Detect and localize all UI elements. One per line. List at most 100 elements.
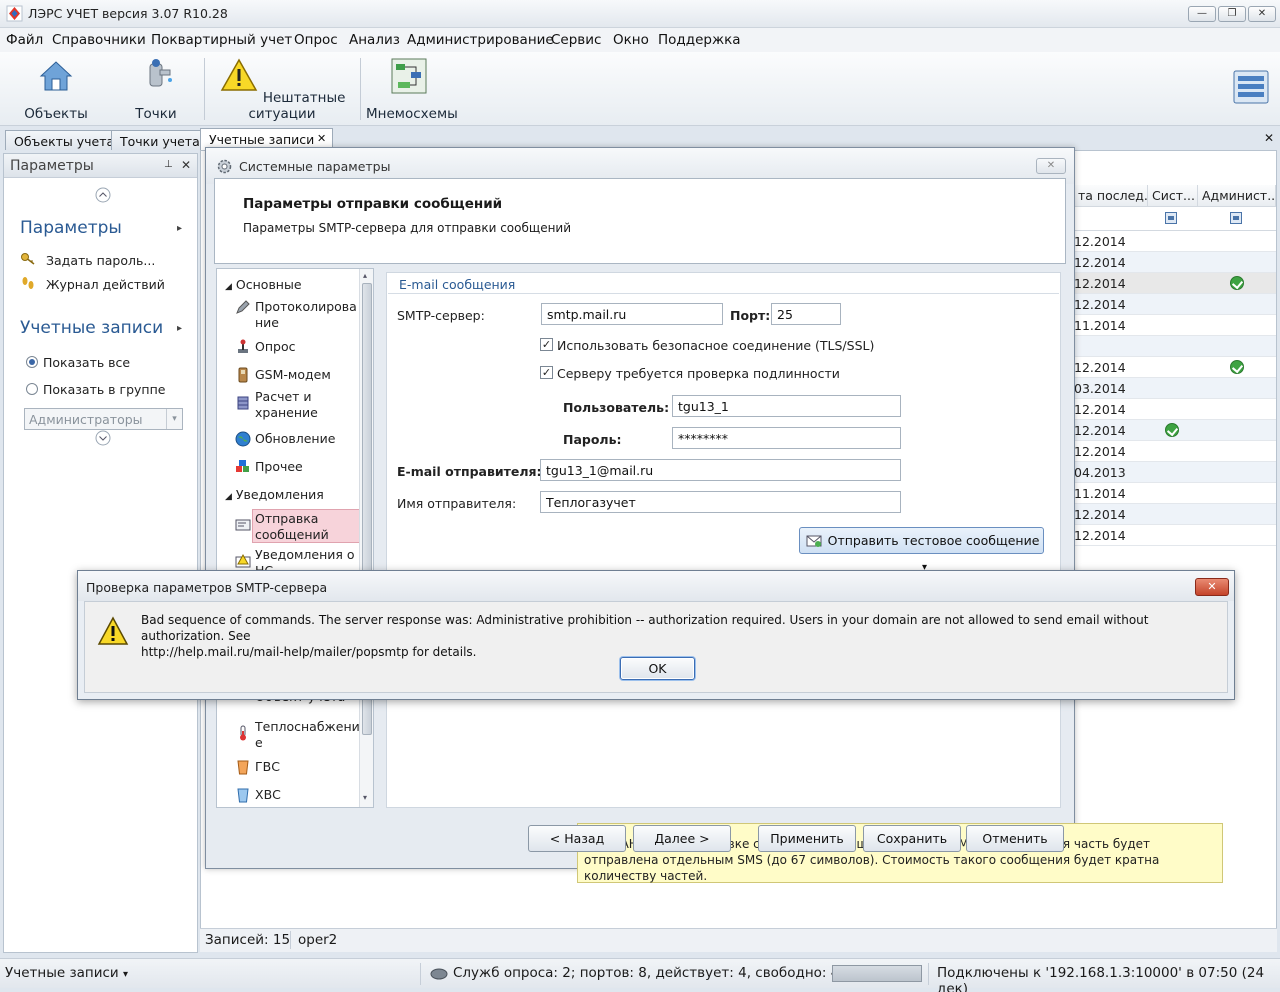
- filter-icon[interactable]: [1230, 212, 1242, 224]
- next-button[interactable]: Далее >: [633, 825, 731, 852]
- save-button[interactable]: Сохранить: [863, 825, 961, 852]
- menu-poll[interactable]: Опрос: [294, 32, 338, 48]
- table-row[interactable]: 11.2014: [1074, 483, 1276, 504]
- group-select[interactable]: Администраторы ▾: [24, 408, 183, 430]
- table-row[interactable]: 12.2014: [1074, 504, 1276, 525]
- send-test-button[interactable]: Отправить тестовое сообщение ▾: [799, 527, 1044, 573]
- nav-item-gsm[interactable]: GSM-модем: [238, 367, 331, 383]
- set-password-link[interactable]: Задать пароль...: [46, 253, 155, 268]
- nav-group-main[interactable]: ◢ Основные: [225, 277, 302, 292]
- table-row[interactable]: 11.2014: [1074, 315, 1276, 336]
- port-input[interactable]: 25: [771, 303, 841, 325]
- filter-icon[interactable]: [1165, 212, 1177, 224]
- grid-status-bar: Записей: 15 oper2: [200, 928, 1277, 952]
- incidents-button[interactable]: Нештатные ситуации: [210, 56, 354, 122]
- table-row[interactable]: 12.2014: [1074, 231, 1276, 252]
- nav-item-protocol[interactable]: Протоколирова ние: [236, 299, 357, 331]
- warning-envelope-icon: [235, 553, 251, 568]
- close-all-tabs-icon[interactable]: ✕: [1264, 131, 1274, 145]
- table-row[interactable]: [1074, 336, 1276, 357]
- table-row[interactable]: 12.2014: [1074, 399, 1276, 420]
- table-row[interactable]: 12.2014: [1074, 525, 1276, 546]
- col-last-login[interactable]: та послед...: [1074, 185, 1148, 207]
- table-row[interactable]: 12.2014: [1074, 294, 1276, 315]
- apply-button[interactable]: Применить: [758, 825, 856, 852]
- tab-close-icon[interactable]: ✕: [317, 132, 326, 145]
- parameters-panel: Параметры ⊥ ✕ Параметры ▸ Задать пароль.…: [3, 153, 198, 953]
- nav-item-poll[interactable]: Опрос: [238, 339, 295, 355]
- menu-window[interactable]: Окно: [613, 32, 649, 48]
- auth-checkbox[interactable]: ✓: [540, 366, 553, 379]
- nav-item-hot-water[interactable]: ГВС: [237, 759, 280, 775]
- smtp-server-input[interactable]: smtp.mail.ru: [541, 303, 723, 325]
- action-log-link[interactable]: Журнал действий: [46, 277, 165, 292]
- user-input[interactable]: tgu13_1: [672, 395, 901, 417]
- nav-item-heat[interactable]: Теплоснабжени е: [240, 719, 360, 751]
- gear-icon: [217, 159, 232, 174]
- table-row[interactable]: 12.2014: [1074, 273, 1276, 294]
- messagebox-close-button[interactable]: ✕: [1195, 578, 1229, 596]
- menu-file[interactable]: Файл: [6, 32, 43, 48]
- tab-points[interactable]: Точки учета: [111, 130, 209, 150]
- sender-name-input[interactable]: Теплогазучет: [540, 491, 901, 513]
- table-row[interactable]: 03.2014: [1074, 378, 1276, 399]
- toolbar: Объекты учета Точки учета Нештатные ситу…: [0, 52, 1280, 138]
- collapse-up-icon[interactable]: [95, 187, 111, 203]
- ok-button[interactable]: OK: [620, 657, 695, 680]
- table-row[interactable]: 12.2014: [1074, 252, 1276, 273]
- status-divider: [928, 963, 929, 985]
- warning-icon: [220, 58, 257, 91]
- section-chevron-icon[interactable]: ▸: [177, 323, 182, 334]
- smtp-check-messagebox: Проверка параметров SMTP-сервера ✕ Bad s…: [77, 570, 1235, 700]
- message-icon: [235, 519, 251, 531]
- nav-item-cold-water[interactable]: ХВС: [237, 787, 281, 803]
- email-settings-panel: E-mail сообщения SMTP-сервер: smtp.mail.…: [386, 272, 1223, 883]
- nav-item-other[interactable]: Прочее: [236, 459, 303, 475]
- tls-checkbox[interactable]: ✓: [540, 338, 553, 351]
- nav-item-update[interactable]: Обновление: [235, 431, 335, 447]
- nav-scrollbar[interactable]: ▴ ▾: [359, 269, 373, 807]
- database-icon: [237, 396, 249, 410]
- table-row[interactable]: 12.2014: [1074, 357, 1276, 378]
- accounts-status-menu[interactable]: Учетные записи ▾: [5, 965, 128, 981]
- menu-analysis[interactable]: Анализ: [349, 32, 400, 48]
- menu-service[interactable]: Сервис: [551, 32, 601, 48]
- nav-item-send[interactable]: Отправка сообщений: [235, 511, 355, 543]
- sender-email-input[interactable]: tgu13_1@mail.ru: [540, 459, 901, 481]
- menu-support[interactable]: Поддержка: [658, 32, 741, 48]
- pin-icon[interactable]: ⊥: [164, 159, 173, 170]
- records-count: Записей: 15: [205, 932, 291, 948]
- collapse-down-icon[interactable]: [95, 430, 111, 446]
- nav-item-calc[interactable]: Расчет и хранение: [237, 389, 355, 421]
- panel-close-icon[interactable]: ✕: [181, 158, 191, 172]
- nav-group-notify[interactable]: ◢ Уведомления: [225, 487, 324, 502]
- cancel-button[interactable]: Отменить: [966, 825, 1064, 852]
- check-icon: [1230, 276, 1244, 290]
- menu-references[interactable]: Справочники: [52, 32, 146, 48]
- dialog-close-button[interactable]: ✕: [1036, 158, 1066, 174]
- maximize-button[interactable]: ❐: [1218, 6, 1246, 22]
- mnemo-button[interactable]: Мнемосхемы: [366, 56, 458, 122]
- show-group-radio[interactable]: [26, 383, 38, 395]
- back-button[interactable]: < Назад: [528, 825, 626, 852]
- table-row[interactable]: 04.2013: [1074, 462, 1276, 483]
- tab-objects[interactable]: Объекты учета: [5, 130, 124, 150]
- minimize-button[interactable]: —: [1188, 6, 1216, 22]
- close-window-button[interactable]: ✕: [1248, 6, 1276, 22]
- joystick-icon: [238, 339, 248, 353]
- col-system[interactable]: Сист...: [1148, 185, 1198, 207]
- layout-switch-icon[interactable]: [1233, 70, 1269, 104]
- envelope-icon: [806, 535, 822, 547]
- password-input[interactable]: ********: [672, 427, 901, 449]
- table-row[interactable]: 12.2014: [1074, 441, 1276, 462]
- col-admin[interactable]: Админист...: [1198, 185, 1276, 207]
- section-accounts: Учетные записи: [20, 318, 164, 338]
- menu-admin[interactable]: Администрирование: [407, 32, 554, 48]
- table-row[interactable]: 12.2014: [1074, 420, 1276, 441]
- section-chevron-icon[interactable]: ▸: [177, 223, 182, 234]
- chevron-down-icon[interactable]: ▾: [166, 409, 182, 429]
- show-all-radio[interactable]: [26, 356, 38, 368]
- poll-services-status: Служб опроса: 2; портов: 8, действует: 4…: [453, 965, 840, 981]
- menu-apartment[interactable]: Поквартирный учет: [151, 32, 292, 48]
- header-title: Параметры отправки сообщений: [243, 196, 503, 212]
